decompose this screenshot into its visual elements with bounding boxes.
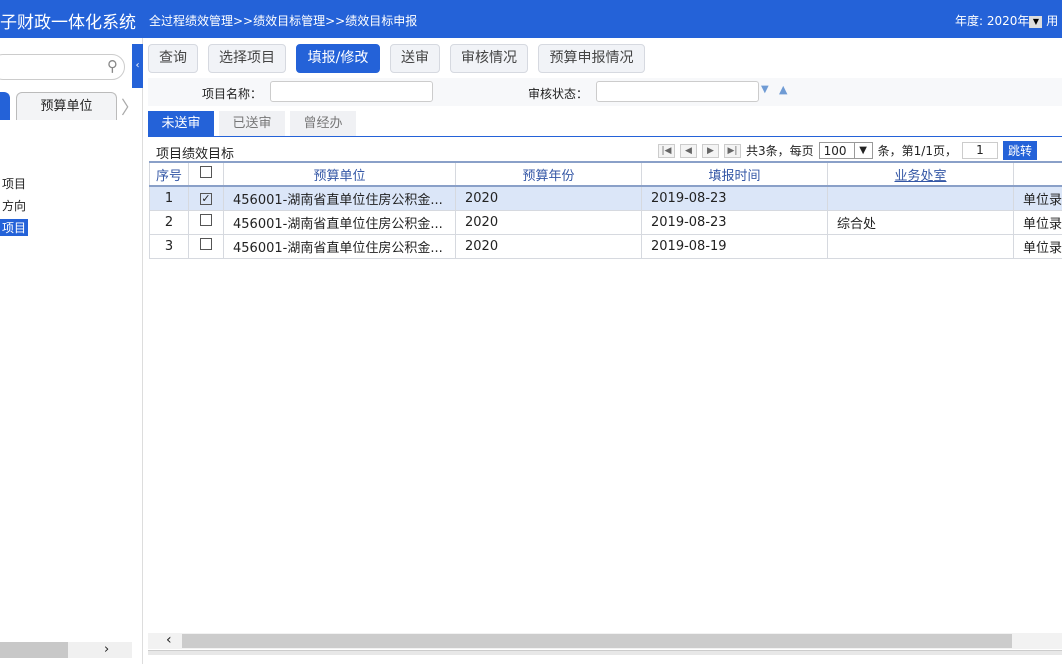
table-row[interactable]: 2 456001-湖南省直单位住房公积金... 2020 2019-08-23 … [149,209,1062,235]
cell-select[interactable]: ✓ [188,185,224,211]
page-size-select[interactable]: 100 ▼ [818,142,873,159]
clear-icon[interactable]: ▲ [779,83,787,96]
project-name-input[interactable] [270,81,433,102]
col-header-unit[interactable]: 预算单位 [223,161,456,187]
cell-status: 单位录 [1013,209,1062,235]
cell-select[interactable] [188,209,224,235]
horizontal-scrollbar[interactable]: ‹ [148,632,1062,649]
tab-submitted[interactable]: 已送审 [219,111,285,136]
cell-status: 单位录 [1013,233,1062,259]
col-header-year[interactable]: 预算年份 [455,161,642,187]
review-status-label: 审核状态： [528,87,589,101]
data-grid: 序号 预算单位 预算年份 填报时间 业务处室 1 ✓ 456001-湖南省直单位… [149,161,1062,259]
table-row[interactable]: 1 ✓ 456001-湖南省直单位住房公积金... 2020 2019-08-2… [149,185,1062,211]
fill-edit-button[interactable]: 填报/修改 [296,44,380,73]
cell-office: 综合处 [827,209,1014,235]
cell-no: 2 [149,209,189,235]
cell-office [827,185,1014,211]
col-header-date[interactable]: 填报时间 [641,161,828,187]
search-icon[interactable]: ⚲ [107,57,118,75]
left-tab-active[interactable] [0,92,10,120]
filter-bar: 项目名称： 审核状态： ▼ ▲ [148,78,1062,106]
tree-search-input[interactable]: ⚲ [0,54,125,80]
cell-office [827,233,1014,259]
cell-no: 3 [149,233,189,259]
app-title: 子财政一体化系统 [0,13,136,33]
tree-item[interactable]: 项目 [2,175,26,192]
cell-date: 2019-08-23 [641,185,828,211]
cell-unit: 456001-湖南省直单位住房公积金... [223,233,456,259]
select-project-button[interactable]: 选择项目 [208,44,286,73]
cell-unit: 456001-湖南省直单位住房公积金... [223,209,456,235]
table-row[interactable]: 3 456001-湖南省直单位住房公积金... 2020 2019-08-19 … [149,233,1062,259]
chevron-left-icon[interactable]: ‹ [166,632,172,648]
tab-not-submitted[interactable]: 未送审 [148,111,214,136]
cell-no: 1 [149,185,189,211]
page-size-value: 100 [823,143,847,158]
year-label: 年度: 2020年 [955,14,1030,28]
col-header-status[interactable] [1013,161,1062,187]
tab-handled[interactable]: 曾经办 [290,111,356,136]
go-page-button[interactable]: 跳转 [1002,141,1037,160]
col-header-no[interactable]: 序号 [149,161,189,187]
checkbox[interactable] [200,238,212,250]
page-number-input[interactable]: 1 [961,142,998,159]
left-horizontal-scrollbar[interactable]: › [0,642,132,658]
tab-divider [148,136,1062,137]
page-info-text: 条，第1/1页， [877,144,957,158]
grid-title: 项目绩效目标 [156,147,235,162]
col-header-office[interactable]: 业务处室 [827,161,1014,187]
query-button[interactable]: 查询 [148,44,198,73]
cell-year: 2020 [455,209,642,235]
col-header-select-all[interactable] [188,161,224,187]
chevron-right-icon[interactable]: › [104,642,109,657]
checkbox[interactable] [200,214,212,226]
left-tab-budget-unit[interactable]: 预算单位 [16,92,117,120]
left-panel: ⚲ 预算单位 〉 项目 方向 项目 › [0,38,143,664]
chevron-right-icon[interactable]: 〉 [121,94,139,120]
prev-page-icon[interactable]: ◀ [680,143,697,158]
cell-select[interactable] [188,233,224,259]
project-name-label: 项目名称： [202,87,263,101]
cell-status: 单位录 [1013,185,1062,211]
scrollbar-thumb[interactable] [182,634,1012,648]
cell-date: 2019-08-23 [641,209,828,235]
year-selector[interactable]: 年度: 2020年 ▼ 用 [955,12,1058,29]
review-status-select[interactable] [596,81,759,102]
tree-item[interactable]: 方向 [2,197,26,214]
submit-review-button[interactable]: 送审 [390,44,440,73]
tree-item-selected[interactable]: 项目 [0,219,29,236]
header-bar: 子财政一体化系统 全过程绩效管理>>绩效目标管理>>绩效目标申报 年度: 202… [0,0,1062,38]
cell-year: 2020 [455,185,642,211]
breadcrumb: 全过程绩效管理>>绩效目标管理>>绩效目标申报 [149,14,418,28]
next-page-icon[interactable]: ▶ [702,143,719,158]
cell-year: 2020 [455,233,642,259]
chevron-down-icon[interactable]: ▼ [761,84,769,95]
last-page-icon[interactable]: ▶| [724,143,741,158]
cell-unit: 456001-湖南省直单位住房公积金... [223,185,456,211]
budget-report-status-button[interactable]: 预算申报情况 [538,44,645,73]
chevron-down-icon: ▼ [853,143,872,158]
splitter-handle[interactable] [148,650,1062,655]
checkbox[interactable] [200,166,212,178]
total-text: 共3条，每页 [746,144,814,158]
review-status-button[interactable]: 审核情况 [450,44,528,73]
chevron-down-icon[interactable]: ▼ [1029,15,1043,28]
user-label: 用 [1046,14,1059,28]
collapse-panel-button[interactable]: ‹ [132,44,143,88]
pager: |◀ ◀ ▶ ▶| 共3条，每页 100 ▼ 条，第1/1页， 1 跳转 [658,141,1037,160]
first-page-icon[interactable]: |◀ [658,143,675,158]
checkbox[interactable]: ✓ [200,192,212,205]
cell-date: 2019-08-19 [641,233,828,259]
